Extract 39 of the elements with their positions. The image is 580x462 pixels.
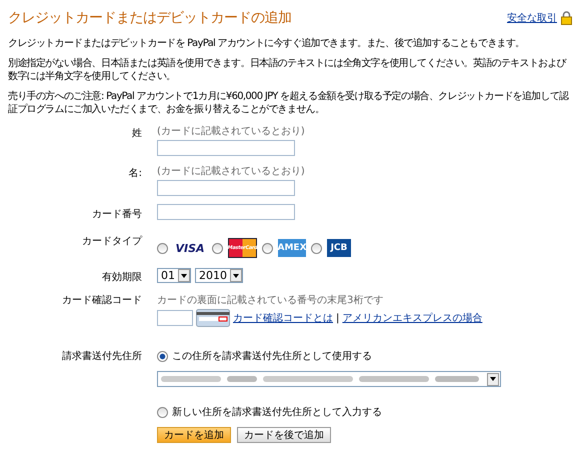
field-hint: カードの裏面に記載されている番号の末尾3桁です [157,294,384,307]
radio-button[interactable] [262,242,273,254]
radio-button[interactable] [212,242,223,254]
security-code-field[interactable] [157,310,193,326]
add-card-button[interactable]: カードを追加 [157,427,231,443]
card-logo: VISA [174,240,206,256]
field-hint: (カードに記載されているとおり) [157,164,306,178]
secure-transaction-link[interactable]: 安全な取引 [507,11,557,25]
link-separator: | [336,312,340,324]
radio-label: この住所を請求書送付先住所として使用する [172,350,372,363]
radio-label: 新しい住所を請求書送付先住所として入力する [172,406,382,419]
card-back-icon [196,309,230,327]
add-later-button[interactable]: カードを後で追加 [237,427,331,443]
info-paragraph: 別途指定がない場合、日本語または英語を使用できます。日本語のテキストには全角文字を使用してください。英語のテキストおよび数字には半角文字を使用してください。 [8,57,568,83]
radio-button[interactable] [157,406,168,418]
field-label: カードタイプ [81,234,142,249]
last-name-field[interactable] [157,140,295,156]
first-name-field[interactable] [157,180,295,196]
card-number-field[interactable] [157,204,295,220]
info-paragraph: クレジットカードまたはデビットカードを PayPal アカウントに今すぐ追加できます。また、後で追加することもできます。 [8,37,526,50]
radio-button[interactable] [157,242,168,254]
page-title: クレジットカードまたはデビットカードの追加 [8,9,292,27]
month-select[interactable]: 01 [157,268,191,283]
radio-button[interactable] [157,350,168,362]
field-label: カード確認コード [61,294,142,308]
radio-button[interactable] [311,242,322,254]
field-label: 有効期限 [101,270,142,285]
year-select[interactable]: 2010 [195,268,243,283]
card-logo: JCB [327,239,351,257]
security-code-link[interactable]: カード確認コードとは [233,311,333,325]
padlock-icon [561,11,572,25]
field-label: カード番号 [91,208,142,222]
info-paragraph: 売り手の方へのご注意: PayPal アカウントで1カ月に¥60,000 JPY を超える金額を受け取る予定の場合、クレジットカードを追加して認証プログラムにご加入いただくまで、お金を振り替えることができません。 [8,90,570,116]
field-label: 請求書送付先住所 [61,350,142,364]
amex-link[interactable]: アメリカンエキスプレスの場合 [342,311,482,325]
field-hint: (カードに記載されているとおり) [157,124,306,138]
field-label: 姓 [131,127,142,141]
card-logo: AMEX [278,239,306,257]
field-label: 名: [128,167,142,181]
